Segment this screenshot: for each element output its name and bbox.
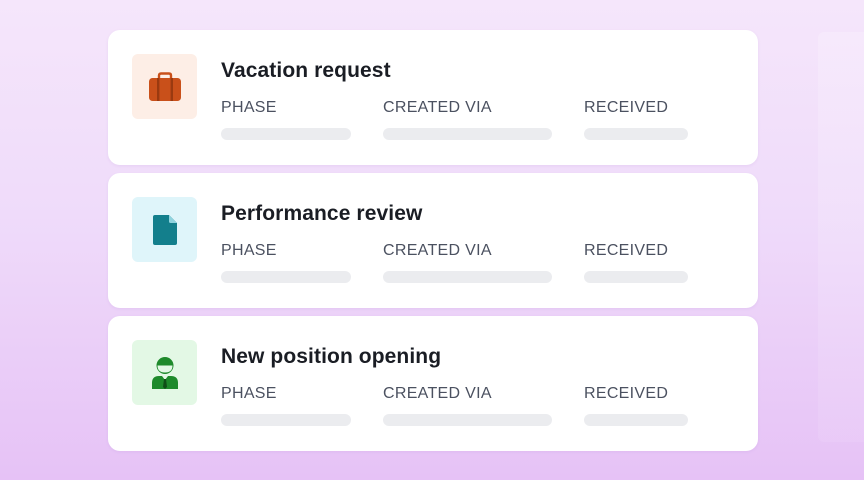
- document-icon: [152, 214, 177, 245]
- icon-tile: [132, 340, 197, 405]
- icon-tile: [132, 197, 197, 262]
- phase-value-placeholder: [221, 128, 351, 140]
- created-via-value-placeholder: [383, 128, 552, 140]
- received-value-placeholder: [584, 271, 688, 283]
- briefcase-icon: [148, 71, 181, 101]
- phase-value-placeholder: [221, 414, 351, 426]
- card-title: Performance review: [221, 202, 423, 225]
- created-via-value-placeholder: [383, 271, 552, 283]
- received-label: RECEIVED: [584, 99, 669, 116]
- phase-label: PHASE: [221, 385, 277, 402]
- received-value-placeholder: [584, 128, 688, 140]
- received-label: RECEIVED: [584, 242, 669, 259]
- created-via-label: CREATED VIA: [383, 242, 492, 259]
- request-card-vacation[interactable]: Vacation request PHASE CREATED VIA RECEI…: [108, 30, 758, 165]
- request-card-new-position[interactable]: New position opening PHASE CREATED VIA R…: [108, 316, 758, 451]
- card-title: Vacation request: [221, 59, 391, 82]
- request-card-performance[interactable]: Performance review PHASE CREATED VIA REC…: [108, 173, 758, 308]
- created-via-label: CREATED VIA: [383, 385, 492, 402]
- employee-icon: [151, 356, 178, 389]
- created-via-value-placeholder: [383, 414, 552, 426]
- background-panel: [818, 32, 864, 442]
- received-label: RECEIVED: [584, 385, 669, 402]
- received-value-placeholder: [584, 414, 688, 426]
- phase-value-placeholder: [221, 271, 351, 283]
- icon-tile: [132, 54, 197, 119]
- created-via-label: CREATED VIA: [383, 99, 492, 116]
- phase-label: PHASE: [221, 99, 277, 116]
- phase-label: PHASE: [221, 242, 277, 259]
- card-title: New position opening: [221, 345, 442, 368]
